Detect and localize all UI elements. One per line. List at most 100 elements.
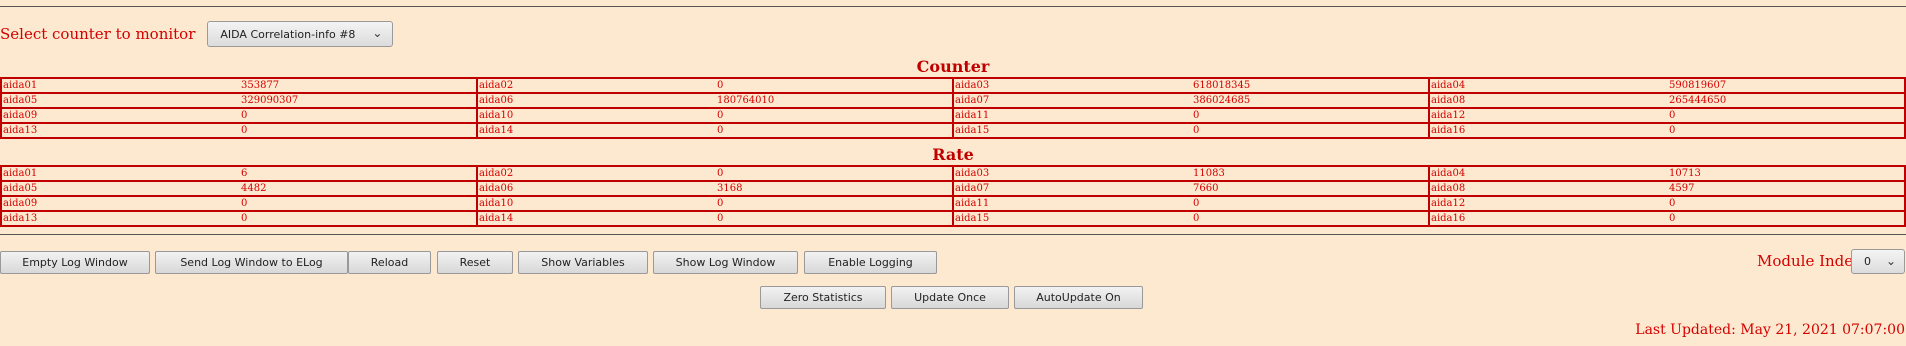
table-row: aida05 4482 aida06 3168 aida07 7660 aida08 4597 [0,182,1906,197]
channel-name: aida08 [1431,183,1466,194]
channel-value: 0 [1669,110,1676,121]
channel-name: aida03 [955,80,990,91]
table-cell: aida06 180764010 [478,94,954,107]
channel-value: 0 [241,213,248,224]
table-cell: aida15 0 [954,124,1430,137]
channel-name: aida10 [479,110,514,121]
channel-value: 11083 [1193,168,1225,179]
table-cell: aida10 0 [478,197,954,210]
table-cell: aida05 4482 [2,182,478,195]
table-cell: aida04 590819607 [1430,79,1904,92]
channel-name: aida13 [3,125,38,136]
channel-name: aida07 [955,183,990,194]
table-cell: aida01 353877 [2,79,478,92]
table-cell: aida10 0 [478,109,954,122]
show-variables-button[interactable]: Show Variables [518,251,648,274]
channel-name: aida16 [1431,213,1466,224]
show-log-window-button[interactable]: Show Log Window [653,251,798,274]
channel-name: aida11 [955,110,990,121]
send-log-to-elog-button[interactable]: Send Log Window to ELog [155,251,348,274]
counter-select[interactable]: AIDA Correlation-info #8 ⌄ [207,21,394,47]
channel-value: 265444650 [1669,95,1727,106]
channel-value: 3168 [717,183,743,194]
chevron-down-icon: ⌄ [1885,254,1896,268]
table-cell: aida12 0 [1430,197,1904,210]
module-index-value: 0 [1864,255,1871,268]
channel-name: aida04 [1431,80,1466,91]
channel-name: aida01 [3,80,38,91]
channel-name: aida12 [1431,198,1466,209]
channel-name: aida08 [1431,95,1466,106]
channel-name: aida10 [479,198,514,209]
table-cell: aida15 0 [954,212,1430,225]
update-once-button[interactable]: Update Once [891,286,1009,309]
counter-select-value: AIDA Correlation-info #8 [220,27,356,41]
counter-title: Counter [916,57,990,76]
channel-name: aida07 [955,95,990,106]
channel-value: 0 [1193,110,1200,121]
channel-name: aida12 [1431,110,1466,121]
channel-value: 0 [717,80,724,91]
channel-value: 590819607 [1669,80,1727,91]
reset-button[interactable]: Reset [437,251,513,274]
channel-value: 0 [1669,125,1676,136]
channel-value: 0 [1193,213,1200,224]
table-row: aida13 0 aida14 0 aida15 0 aida16 0 [0,124,1906,139]
channel-value: 0 [717,198,724,209]
middle-divider [0,234,1906,235]
channel-value: 180764010 [717,95,775,106]
channel-name: aida03 [955,168,990,179]
table-row: aida09 0 aida10 0 aida11 0 aida12 0 [0,197,1906,212]
channel-name: aida09 [3,198,38,209]
channel-value: 4482 [241,183,267,194]
channel-name: aida11 [955,198,990,209]
last-updated-status: Last Updated: May 21, 2021 07:07:00 [1635,322,1905,338]
table-cell: aida03 618018345 [954,79,1430,92]
channel-value: 0 [1669,213,1676,224]
channel-value: 0 [717,168,724,179]
zero-statistics-button[interactable]: Zero Statistics [760,286,886,309]
channel-value: 0 [717,213,724,224]
empty-log-window-button[interactable]: Empty Log Window [0,251,150,274]
table-cell: aida11 0 [954,197,1430,210]
table-cell: aida04 10713 [1430,167,1904,180]
channel-value: 10713 [1669,168,1701,179]
rate-title: Rate [932,145,974,164]
enable-logging-button[interactable]: Enable Logging [804,251,937,274]
table-cell: aida11 0 [954,109,1430,122]
table-cell: aida05 329090307 [2,94,478,107]
table-cell: aida14 0 [478,124,954,137]
channel-name: aida16 [1431,125,1466,136]
module-index-select[interactable]: 0 ⌄ [1851,249,1905,274]
autoupdate-button[interactable]: AutoUpdate On [1014,286,1143,309]
channel-name: aida01 [3,168,38,179]
channel-name: aida14 [479,213,514,224]
table-cell: aida14 0 [478,212,954,225]
chevron-down-icon: ⌄ [372,26,383,40]
table-cell: aida07 7660 [954,182,1430,195]
table-cell: aida12 0 [1430,109,1904,122]
channel-name: aida04 [1431,168,1466,179]
table-cell: aida02 0 [478,167,954,180]
channel-name: aida15 [955,125,990,136]
channel-name: aida14 [479,125,514,136]
channel-name: aida09 [3,110,38,121]
reload-button[interactable]: Reload [348,251,431,274]
channel-name: aida02 [479,80,514,91]
table-cell: aida02 0 [478,79,954,92]
counter-grid: aida01 353877 aida02 0 aida03 618018345 aida04… [0,77,1906,139]
rate-grid: aida01 6 aida02 0 aida03 11083 aida04 10713 aida… [0,165,1906,227]
counter-selector-row: Select counter to monitor AIDA Correlati… [0,20,394,48]
module-index-label: Module Index [1757,252,1862,270]
table-row: aida05 329090307 aida06 180764010 aida07 3860… [0,94,1906,109]
table-cell: aida07 386024685 [954,94,1430,107]
channel-value: 0 [241,110,248,121]
table-cell: aida16 0 [1430,124,1904,137]
channel-value: 0 [241,125,248,136]
channel-value: 4597 [1669,183,1695,194]
channel-value: 7660 [1193,183,1219,194]
table-cell: aida01 6 [2,167,478,180]
channel-value: 0 [1669,198,1676,209]
table-cell: aida09 0 [2,197,478,210]
channel-value: 0 [1193,125,1200,136]
